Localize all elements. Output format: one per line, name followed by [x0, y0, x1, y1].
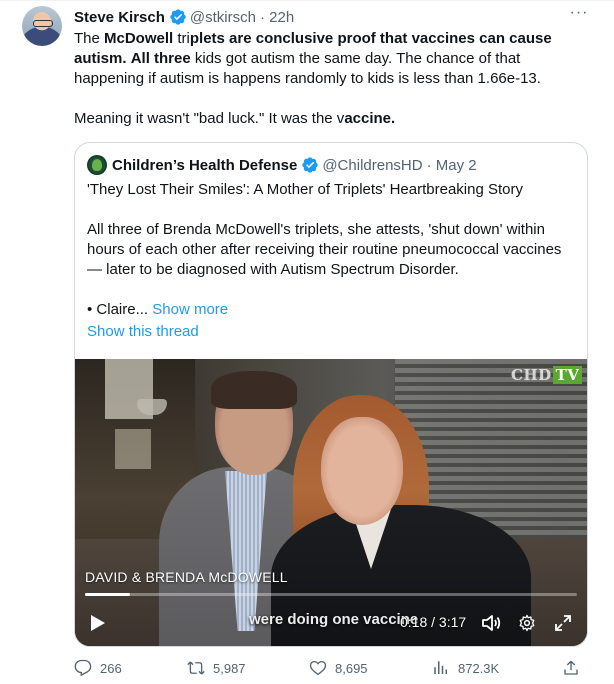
views-count: 872.3K	[458, 660, 500, 676]
quoted-author-handle: @ChildrensHD	[322, 156, 423, 174]
tweet-action-bar: 266 5,987 8,695 872.3K	[74, 658, 594, 678]
tweet-timestamp[interactable]: · 22h	[260, 9, 294, 26]
retweet-count: 5,987	[213, 660, 246, 676]
quoted-title: 'They Lost Their Smiles': A Mother of Tr…	[87, 181, 523, 198]
video-scene-papers	[115, 429, 151, 469]
volume-icon	[482, 615, 501, 631]
quoted-teaser-line: • Claire... Show more	[87, 300, 577, 320]
video-time: 0:18 / 3:17	[400, 614, 467, 630]
quoted-author-name: Children’s Health Defense	[112, 156, 298, 174]
tweet-header: Steve Kirsch @stkirsch · 22h	[74, 7, 294, 27]
tweet-text: The McDowell triplets are conclusive pro…	[74, 30, 552, 127]
reply-count: 266	[100, 660, 122, 676]
video-progress-bar[interactable]	[85, 593, 577, 596]
quoted-timestamp: · May 2	[426, 156, 477, 174]
like-count: 8,695	[335, 660, 368, 676]
video-progress-fill	[85, 593, 131, 596]
expand-icon	[555, 615, 571, 631]
quoted-body: All three of Brenda McDowell's triplets,…	[87, 221, 562, 278]
video-person-man-hair	[211, 371, 297, 409]
views-button[interactable]: 872.3K	[432, 658, 499, 678]
author-name[interactable]: Steve Kirsch	[74, 9, 165, 26]
quoted-tweet[interactable]: Children’s Health Defense @ChildrensHD ·…	[74, 142, 588, 647]
reply-icon	[74, 659, 92, 677]
author-handle[interactable]: @stkirsch	[190, 9, 256, 26]
verified-badge-icon	[302, 157, 319, 173]
more-options-icon[interactable]: ···	[568, 5, 590, 26]
video-person-woman-face	[321, 417, 403, 525]
retweet-icon	[187, 661, 205, 675]
volume-button[interactable]	[479, 612, 503, 634]
chd-tv-logo: CHD TV	[511, 365, 583, 385]
play-icon	[91, 615, 105, 631]
show-more-link[interactable]: Show more	[152, 301, 228, 318]
author-avatar[interactable]	[22, 6, 62, 46]
quoted-teaser: • Claire...	[87, 301, 149, 318]
video-name-caption: DAVID & BRENDA McDOWELL	[85, 569, 288, 585]
timeline-divider	[0, 0, 614, 1]
views-chart-icon	[434, 661, 447, 674]
video-subtitle: were doing one vaccine	[249, 611, 419, 628]
share-icon	[564, 660, 578, 675]
quoted-tweet-header: Children’s Health Defense @ChildrensHD ·…	[87, 155, 477, 175]
fullscreen-button[interactable]	[551, 612, 575, 634]
quoted-author-avatar	[87, 155, 107, 175]
retweet-button[interactable]: 5,987	[187, 658, 246, 678]
share-button[interactable]	[562, 658, 588, 678]
gear-icon	[519, 614, 535, 632]
video-player[interactable]: CHD TV DAVID & BRENDA McDOWELL were doing…	[75, 359, 587, 646]
reply-button[interactable]: 266	[74, 658, 122, 678]
heart-icon	[309, 660, 327, 676]
verified-badge-icon	[170, 9, 186, 25]
play-button[interactable]	[87, 612, 109, 634]
show-thread-link[interactable]: Show this thread	[87, 323, 199, 340]
settings-button[interactable]	[515, 612, 539, 634]
like-button[interactable]: 8,695	[309, 658, 368, 678]
quoted-tweet-text: 'They Lost Their Smiles': A Mother of Tr…	[87, 180, 577, 320]
